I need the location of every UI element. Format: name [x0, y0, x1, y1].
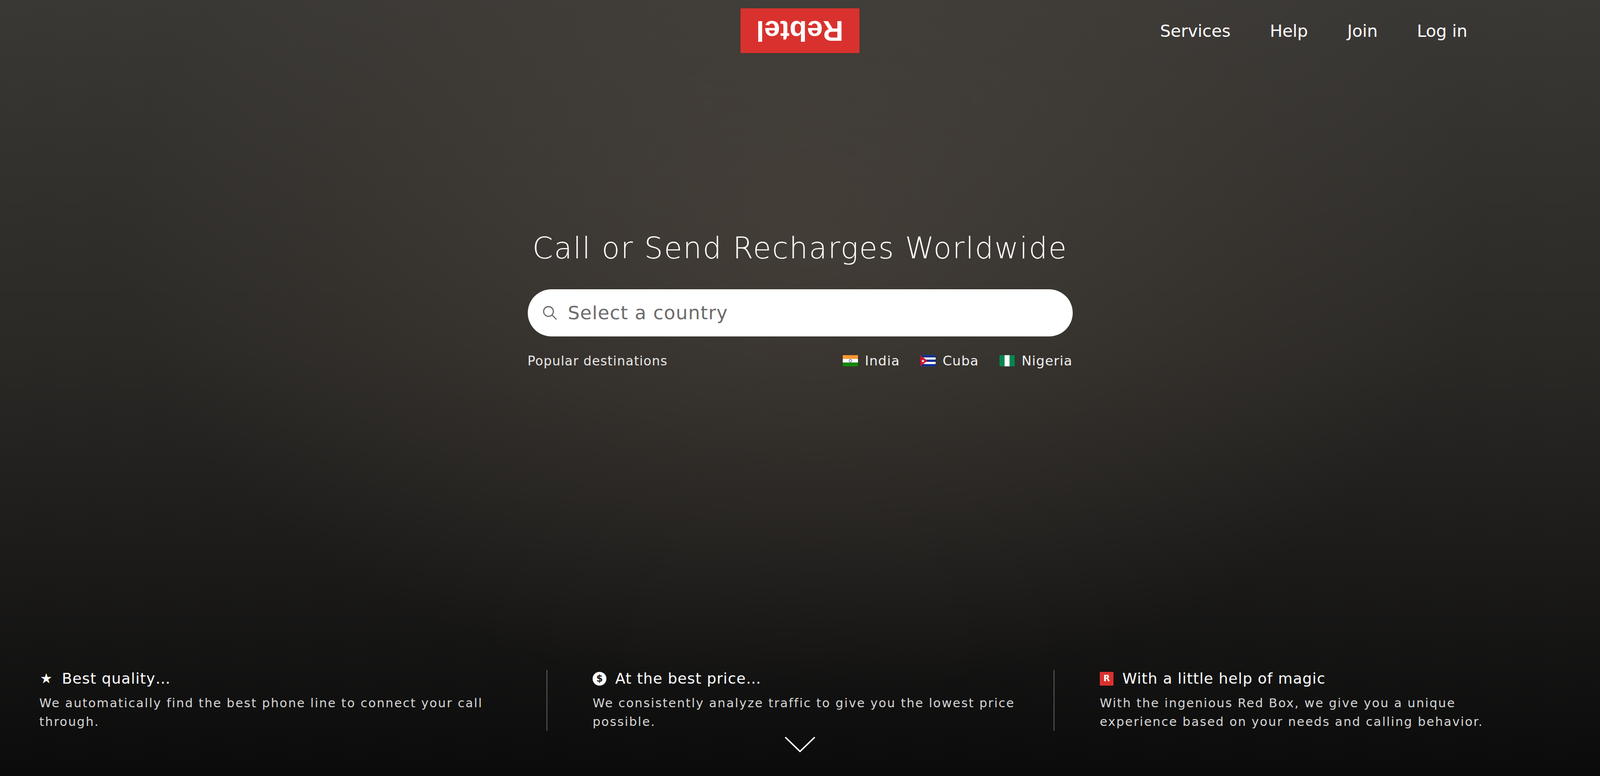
feature-heading: ★ Best quality… [39, 670, 517, 688]
feature-title: With a little help of magic [1122, 670, 1326, 688]
destination-link[interactable]: Nigeria [999, 353, 1073, 369]
box-icon: R [1099, 672, 1114, 686]
destination-label: India [864, 353, 900, 369]
country-search-input[interactable] [567, 301, 1056, 325]
price-icon: $ [592, 672, 607, 686]
india-flag-icon [842, 355, 858, 367]
destination-link[interactable]: India [842, 353, 900, 369]
popular-destinations: Popular destinations India Cuba Nigeria [527, 353, 1073, 369]
feature: $ At the best price… We consistently analy… [546, 670, 1054, 732]
logo-text: Rebtel [756, 16, 844, 46]
feature: ★ Best quality… We automatically find the … [39, 670, 547, 732]
header: Rebtel Services Help Join Log in [0, 0, 1600, 54]
hero: Call or Send Recharges Worldwide Popular … [0, 53, 1600, 369]
destination-label: Nigeria [1021, 353, 1073, 369]
landing-page: Rebtel Services Help Join Log in Call or Send… [0, 0, 1600, 776]
feature-heading: $ At the best price… [592, 670, 1025, 688]
rebtel-logo[interactable]: Rebtel [740, 8, 859, 54]
destination-label: Cuba [942, 353, 979, 369]
feature-description: With the ingenious Red Box, we give you … [1099, 694, 1532, 732]
nigeria-flag-icon [999, 355, 1015, 367]
hero-photo [0, 0, 1600, 776]
chevron-down-icon[interactable] [783, 736, 817, 754]
destination-list: India Cuba Nigeria [842, 353, 1073, 369]
nav-link[interactable]: Help [1269, 21, 1309, 41]
popular-label: Popular destinations [527, 353, 668, 369]
feature: R With a little help of magic With the ing… [1053, 670, 1561, 732]
feature-heading: R With a little help of magic [1099, 670, 1532, 688]
feature-title: Best quality… [61, 670, 172, 688]
nav-link[interactable]: Log in [1416, 21, 1468, 41]
cuba-flag-icon [920, 355, 936, 367]
country-search[interactable] [527, 289, 1073, 337]
feature-description: We automatically find the best phone lin… [39, 694, 497, 732]
search-icon [541, 304, 559, 322]
destination-link[interactable]: Cuba [920, 353, 979, 369]
feature-title: At the best price… [615, 670, 762, 688]
nav-link[interactable]: Services [1160, 21, 1231, 41]
star-icon: ★ [39, 672, 54, 686]
nav-link[interactable]: Join [1347, 21, 1378, 41]
feature-description: We consistently analyze traffic to give … [592, 694, 1025, 732]
main-nav: Services Help Join Log in [859, 21, 1600, 41]
feature-list: ★ Best quality… We automatically find the … [0, 670, 1600, 732]
scroll-down [0, 731, 1600, 776]
hero-title: Call or Send Recharges Worldwide [532, 229, 1068, 267]
